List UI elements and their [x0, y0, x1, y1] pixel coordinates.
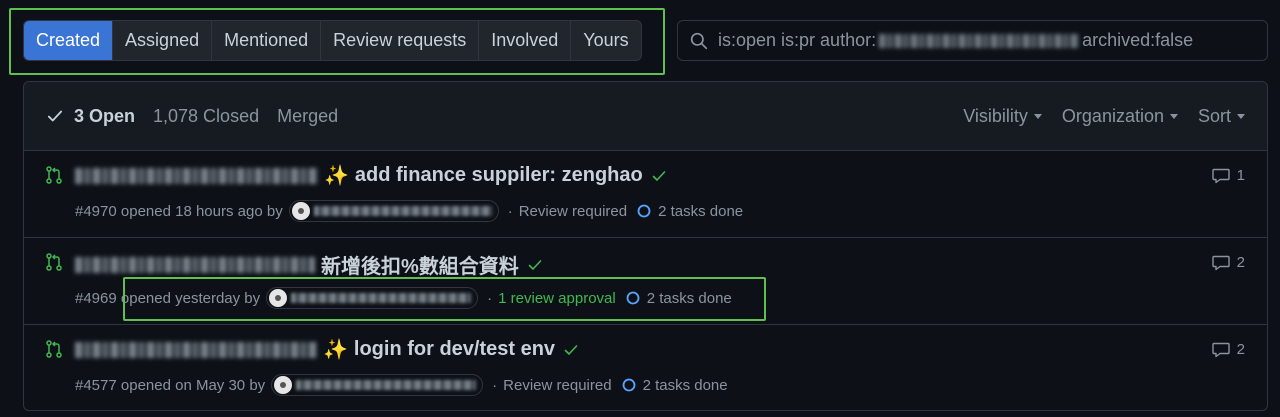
pr-opened: opened 18 hours ago by — [120, 202, 283, 220]
filter-tabs: Created Assigned Mentioned Review reques… — [23, 20, 642, 61]
tab-created[interactable]: Created — [24, 21, 114, 60]
tasks-progress: 2 tasks done — [626, 290, 732, 307]
search-query-prefix: is:open is:pr author: — [718, 30, 877, 50]
pr-title-line[interactable]: ✨ add finance suppiler: zenghao — [75, 163, 667, 188]
review-status[interactable]: Review required — [519, 203, 627, 220]
author-name-redacted — [291, 293, 472, 303]
visibility-dropdown[interactable]: Visibility — [963, 106, 1042, 127]
tasks-label: 2 tasks done — [658, 202, 744, 220]
git-pull-request-icon — [46, 253, 62, 271]
tab-involved[interactable]: Involved — [479, 21, 572, 60]
pull-request-list: 3 Open 1,078 Closed Merged Visibility Or… — [23, 81, 1268, 411]
sparkle-emoji: ✨ — [324, 165, 349, 187]
comment-count: 2 — [1236, 254, 1245, 271]
avatar — [269, 289, 288, 307]
progress-circle-icon — [622, 378, 635, 392]
tab-assigned[interactable]: Assigned — [113, 21, 213, 60]
chevron-down-icon — [1169, 113, 1178, 119]
search-author-redacted — [879, 33, 1080, 48]
check-icon — [528, 259, 542, 270]
avatar — [291, 202, 310, 220]
author-name-redacted — [296, 380, 477, 390]
pr-meta: #4577 opened on May 30 by · Review requi… — [75, 374, 728, 396]
pr-meta: #4969 opened yesterday by · 1 review app… — [75, 287, 732, 309]
comments-link[interactable]: 2 — [1211, 341, 1245, 358]
tasks-progress: 2 tasks done — [622, 377, 728, 394]
repo-name-redacted — [75, 167, 318, 184]
progress-circle-icon — [626, 291, 640, 305]
organization-dropdown[interactable]: Organization — [1062, 106, 1178, 127]
check-icon — [652, 170, 666, 181]
separator-dot: · — [492, 376, 498, 394]
visibility-label: Visibility — [963, 105, 1028, 126]
tasks-progress: 2 tasks done — [637, 203, 743, 220]
comment-icon — [1211, 342, 1230, 357]
pr-title[interactable]: login for dev/test env — [354, 338, 555, 361]
comments-link[interactable]: 1 — [1211, 167, 1245, 184]
comment-icon — [1211, 255, 1230, 270]
separator-dot: · — [507, 202, 513, 220]
pr-number: #4577 — [75, 376, 117, 394]
git-pull-request-icon — [46, 340, 62, 358]
pr-number: #4970 — [75, 202, 117, 220]
tab-yours[interactable]: Yours — [571, 21, 640, 60]
open-filter[interactable]: 3 Open — [46, 106, 135, 127]
pr-meta: #4970 opened 18 hours ago by · Review re… — [75, 200, 743, 222]
search-icon — [690, 32, 708, 49]
search-query-suffix: archived:false — [1082, 30, 1194, 50]
chevron-down-icon — [1033, 113, 1042, 119]
comment-count: 2 — [1236, 341, 1245, 358]
tab-mentioned[interactable]: Mentioned — [212, 21, 322, 60]
check-icon — [47, 110, 63, 122]
pr-opened: opened on May 30 by — [120, 376, 266, 394]
pr-title[interactable]: add finance suppiler: zenghao — [355, 164, 643, 187]
tab-review-requests[interactable]: Review requests — [321, 21, 480, 60]
tasks-label: 2 tasks done — [646, 289, 732, 307]
comment-icon — [1211, 168, 1230, 183]
check-icon — [564, 344, 578, 355]
author-name-redacted — [313, 206, 492, 216]
git-pull-request-icon — [46, 166, 62, 184]
closed-filter[interactable]: 1,078 Closed — [153, 106, 259, 127]
merged-label: Merged — [277, 105, 339, 126]
list-header: 3 Open 1,078 Closed Merged Visibility Or… — [24, 82, 1267, 151]
list-item: 新增後扣%數組合資料 #4969 opened yesterday by · 1… — [24, 238, 1267, 325]
pr-title-line[interactable]: ✨ login for dev/test env — [75, 337, 579, 362]
merged-filter[interactable]: Merged — [277, 106, 338, 127]
review-status[interactable]: 1 review approval — [498, 290, 616, 307]
list-filters: Visibility Organization Sort — [963, 106, 1245, 127]
repo-name-redacted — [75, 256, 315, 273]
pr-title-line[interactable]: 新增後扣%數組合資料 — [75, 250, 543, 279]
pr-opened: opened yesterday by — [120, 289, 261, 307]
separator-dot: · — [487, 289, 493, 307]
author-chip[interactable] — [266, 287, 479, 309]
organization-label: Organization — [1061, 105, 1164, 126]
author-chip[interactable] — [271, 374, 484, 396]
comment-count: 1 — [1236, 167, 1245, 184]
list-item: ✨ add finance suppiler: zenghao #4970 op… — [24, 151, 1267, 238]
tasks-label: 2 tasks done — [642, 376, 728, 394]
author-chip[interactable] — [288, 200, 499, 222]
avatar — [274, 376, 293, 394]
repo-name-redacted — [75, 341, 317, 358]
sort-label: Sort — [1197, 105, 1231, 126]
sort-dropdown[interactable]: Sort — [1198, 106, 1245, 127]
list-item: ✨ login for dev/test env #4577 opened on… — [24, 325, 1267, 410]
progress-circle-icon — [637, 204, 651, 218]
review-status[interactable]: Review required — [503, 377, 611, 394]
pr-number: #4969 — [75, 289, 117, 307]
closed-count: 1,078 Closed — [153, 105, 260, 126]
pr-title[interactable]: 新增後扣%數組合資料 — [321, 250, 519, 279]
chevron-down-icon — [1237, 113, 1245, 119]
comments-link[interactable]: 2 — [1211, 254, 1245, 271]
sparkle-emoji: ✨ — [323, 339, 348, 361]
open-count: 3 Open — [74, 105, 136, 126]
search-input[interactable]: is:open is:pr author: archived:false — [677, 20, 1268, 61]
